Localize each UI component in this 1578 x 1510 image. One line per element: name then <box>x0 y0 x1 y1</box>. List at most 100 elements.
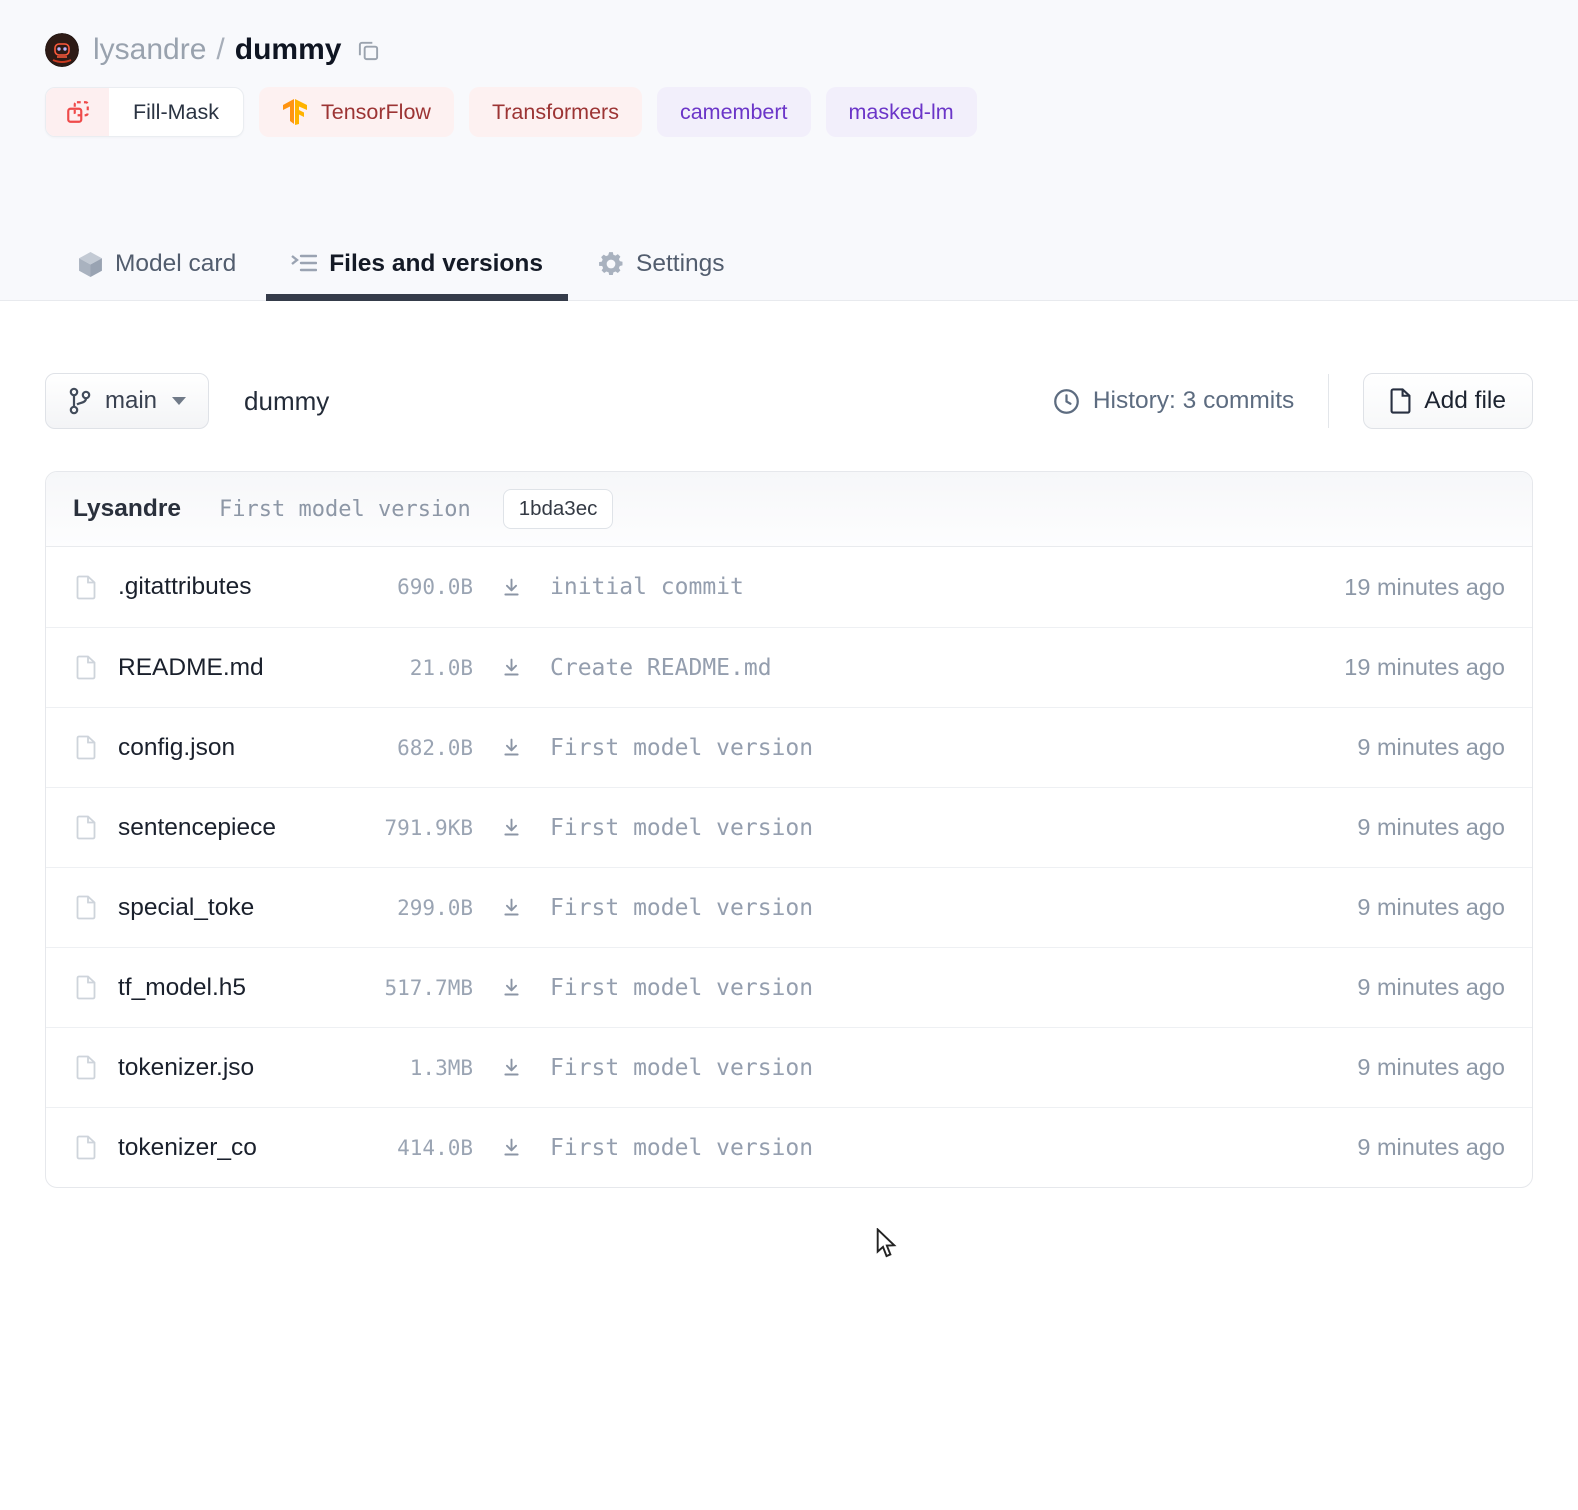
tag-label: camembert <box>680 100 788 125</box>
download-icon[interactable] <box>501 737 522 758</box>
file-icon <box>76 1135 96 1160</box>
table-row: .gitattributes 690.0B initial commit 19 … <box>46 547 1532 627</box>
file-icon <box>76 655 96 680</box>
tag-tensorflow[interactable]: TensorFlow <box>259 87 454 137</box>
clock-icon <box>1053 388 1080 415</box>
file-commit-time: 9 minutes ago <box>1357 1134 1532 1161</box>
file-commit-message[interactable]: First model version <box>550 895 1357 921</box>
add-file-label: Add file <box>1424 387 1506 415</box>
file-commit-time: 9 minutes ago <box>1357 894 1532 921</box>
download-icon[interactable] <box>501 577 522 598</box>
file-commit-message[interactable]: Create README.md <box>550 655 1344 681</box>
download-icon[interactable] <box>501 1057 522 1078</box>
file-size: 21.0B <box>303 656 473 680</box>
gear-icon <box>598 251 624 277</box>
tag-fill-mask[interactable]: Fill-Mask <box>45 87 244 137</box>
table-row: README.md 21.0B Create README.md 19 minu… <box>46 627 1532 707</box>
file-commit-time: 9 minutes ago <box>1357 734 1532 761</box>
file-name-link[interactable]: sentencepiece <box>118 814 303 842</box>
file-icon <box>76 815 96 840</box>
tag-label: masked-lm <box>849 100 954 125</box>
last-commit-bar: Lysandre First model version 1bda3ec <box>46 472 1532 547</box>
tab-label: Files and versions <box>329 250 543 278</box>
files-list-icon <box>291 252 317 276</box>
table-row: tf_model.h5 517.7MB First model version … <box>46 947 1532 1027</box>
commit-hash-badge[interactable]: 1bda3ec <box>503 489 614 529</box>
branch-name: main <box>105 387 157 415</box>
file-commit-message[interactable]: First model version <box>550 815 1357 841</box>
download-icon[interactable] <box>501 817 522 838</box>
file-name-link[interactable]: tokenizer_co <box>118 1134 303 1162</box>
download-icon[interactable] <box>501 1137 522 1158</box>
file-name-link[interactable]: tokenizer.jso <box>118 1054 303 1082</box>
mouse-cursor <box>876 1228 903 1264</box>
file-commit-message[interactable]: First model version <box>550 1135 1357 1161</box>
file-size: 414.0B <box>303 1136 473 1160</box>
file-icon <box>76 575 96 600</box>
file-name-link[interactable]: special_toke <box>118 894 303 922</box>
tab-files-and-versions[interactable]: Files and versions <box>266 228 568 300</box>
file-commit-time: 19 minutes ago <box>1344 654 1532 681</box>
tab-label: Settings <box>636 250 725 278</box>
commit-author[interactable]: Lysandre <box>73 495 181 523</box>
file-name-link[interactable]: .gitattributes <box>118 573 303 601</box>
file-name-link[interactable]: README.md <box>118 654 303 682</box>
file-icon <box>76 735 96 760</box>
file-plus-icon <box>1390 388 1411 414</box>
file-commit-time: 9 minutes ago <box>1357 974 1532 1001</box>
file-commit-message[interactable]: First model version <box>550 735 1357 761</box>
commit-message[interactable]: First model version <box>219 497 471 522</box>
tag-camembert[interactable]: camembert <box>657 87 811 137</box>
file-size: 299.0B <box>303 896 473 920</box>
file-size: 791.9KB <box>303 816 473 840</box>
repo-owner-link[interactable]: lysandre <box>93 33 206 67</box>
chevron-down-icon <box>172 397 186 405</box>
repo-tabs: Model card Files and versions <box>53 228 1533 300</box>
cube-icon <box>78 251 103 278</box>
file-commit-message[interactable]: First model version <box>550 975 1357 1001</box>
tag-transformers[interactable]: Transformers <box>469 87 642 137</box>
add-file-button[interactable]: Add file <box>1363 373 1533 429</box>
history-commits-link[interactable]: History: 3 commits <box>1053 387 1294 415</box>
copy-repo-name-icon[interactable] <box>357 39 380 62</box>
file-name-link[interactable]: config.json <box>118 734 303 762</box>
avatar[interactable] <box>45 33 79 67</box>
download-icon[interactable] <box>501 977 522 998</box>
file-size: 1.3MB <box>303 1056 473 1080</box>
file-rows: .gitattributes 690.0B initial commit 19 … <box>46 547 1532 1187</box>
repo-name: dummy <box>235 33 342 67</box>
file-commit-message[interactable]: First model version <box>550 1055 1357 1081</box>
tag-label: Transformers <box>492 100 619 125</box>
repo-slash: / <box>216 33 224 67</box>
tensorflow-icon <box>282 98 308 126</box>
file-icon <box>76 895 96 920</box>
table-row: config.json 682.0B First model version 9… <box>46 707 1532 787</box>
file-size: 682.0B <box>303 736 473 760</box>
tag-masked-lm[interactable]: masked-lm <box>826 87 977 137</box>
download-icon[interactable] <box>501 897 522 918</box>
file-commit-message[interactable]: initial commit <box>550 574 1344 600</box>
table-row: special_toke 299.0B First model version … <box>46 867 1532 947</box>
file-table: Lysandre First model version 1bda3ec .gi… <box>45 471 1533 1188</box>
table-row: tokenizer_co 414.0B First model version … <box>46 1107 1532 1187</box>
file-commit-time: 9 minutes ago <box>1357 814 1532 841</box>
file-icon <box>76 975 96 1000</box>
file-icon <box>76 1055 96 1080</box>
file-name-link[interactable]: tf_model.h5 <box>118 974 303 1002</box>
file-commit-time: 9 minutes ago <box>1357 1054 1532 1081</box>
breadcrumb: dummy <box>244 386 329 417</box>
table-row: tokenizer.jso 1.3MB First model version … <box>46 1027 1532 1107</box>
git-branch-icon <box>68 387 92 415</box>
repo-title-row: lysandre / dummy <box>45 33 1533 67</box>
table-row: sentencepiece 791.9KB First model versio… <box>46 787 1532 867</box>
tags-row: Fill-Mask TensorFlow Transformers camemb… <box>45 87 1533 137</box>
fill-mask-icon <box>46 88 109 136</box>
file-commit-time: 19 minutes ago <box>1344 574 1532 601</box>
download-icon[interactable] <box>501 657 522 678</box>
tab-model-card[interactable]: Model card <box>53 228 261 300</box>
tab-settings[interactable]: Settings <box>573 228 750 300</box>
branch-selector[interactable]: main <box>45 373 209 429</box>
tag-label: TensorFlow <box>321 100 431 125</box>
file-size: 690.0B <box>303 575 473 599</box>
history-label: History: 3 commits <box>1093 387 1294 415</box>
